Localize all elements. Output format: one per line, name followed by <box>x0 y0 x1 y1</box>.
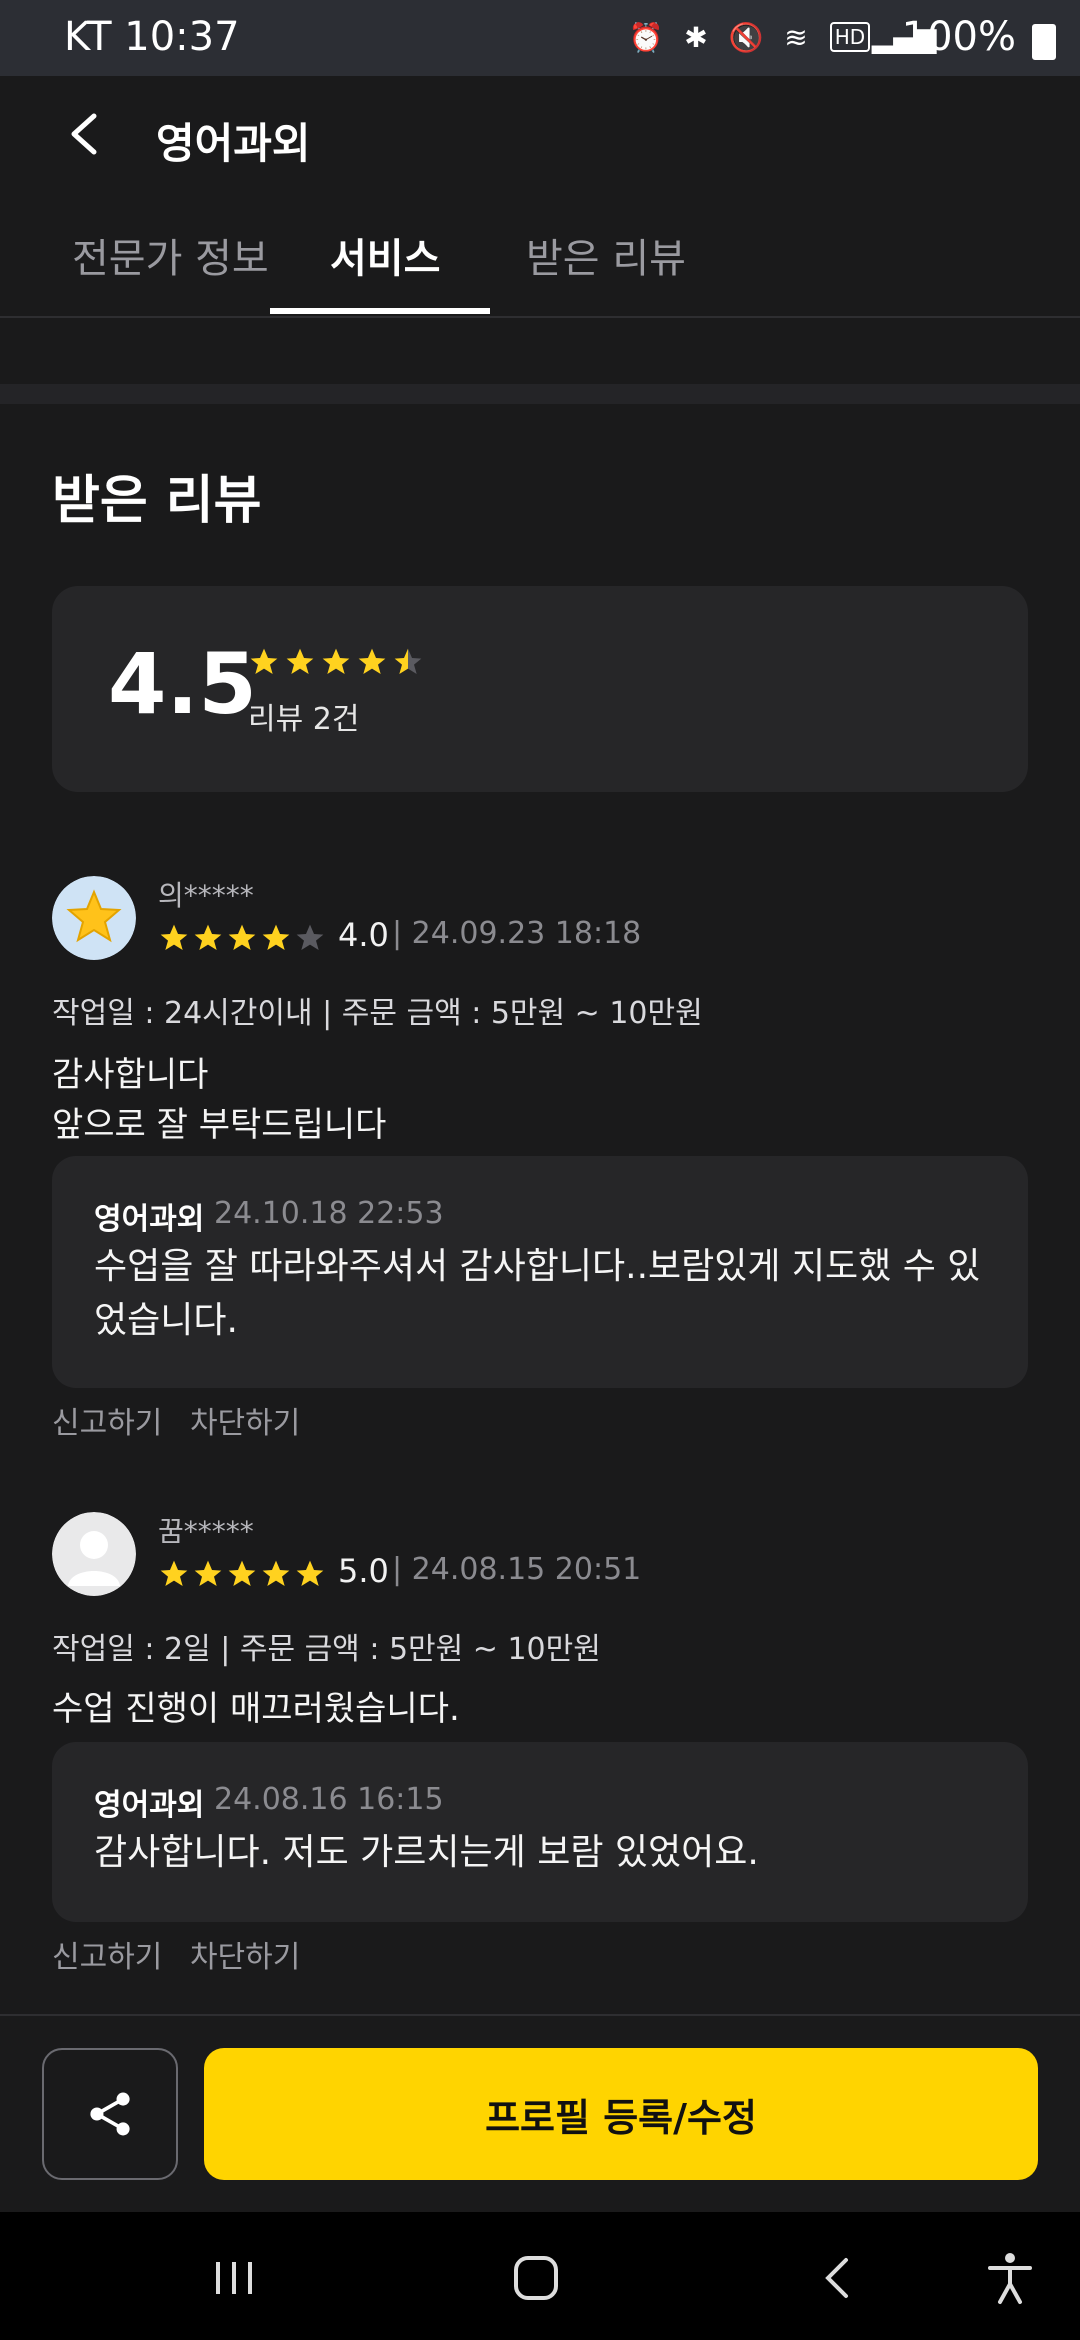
review-date: | 24.08.15 20:51 <box>392 1552 642 1587</box>
star-icon <box>192 1558 224 1590</box>
hd-icon: HD <box>830 22 870 52</box>
avatar <box>52 876 136 960</box>
report-link[interactable]: 신고하기 <box>52 1940 162 1975</box>
review-score: 4.0 <box>338 916 389 954</box>
review-count: 리뷰 2건 <box>248 702 360 737</box>
star-icon <box>192 922 224 954</box>
reply-card: 영어과외 24.08.16 16:15 감사합니다. 저도 가르치는게 보람 있… <box>52 1742 1028 1922</box>
review-actions: 신고하기 차단하기 <box>52 1932 318 1976</box>
star-icon <box>320 646 352 678</box>
section-title: 받은 리뷰 <box>52 471 262 531</box>
review-meta: 작업일 : 24시간이내 | 주문 금액 : 5만원 ~ 10만원 <box>52 996 703 1031</box>
active-tab-indicator <box>270 308 490 314</box>
review-item: 의***** 4.0 | 24.09.23 18:18 작업일 : 24시간이내… <box>52 876 1028 1441</box>
app-header: 영어과외 <box>0 76 1080 196</box>
review-meta: 작업일 : 2일 | 주문 금액 : 5만원 ~ 10만원 <box>52 1632 601 1667</box>
alarm-icon: ⏰ <box>628 20 664 54</box>
reply-card: 영어과외 24.10.18 22:53 수업을 잘 따라와주셔서 감사합니다..… <box>52 1156 1028 1388</box>
average-rating-stars <box>248 646 424 678</box>
star-icon <box>260 1558 292 1590</box>
tab-bar: 전문가 정보 서비스 받은 리뷰 <box>0 196 1080 318</box>
tab-reviews[interactable]: 받은 리뷰 <box>526 226 686 284</box>
bottom-divider <box>0 2014 1080 2016</box>
carrier-time: KT 10:37 <box>64 14 240 60</box>
star-icon <box>260 922 292 954</box>
report-link[interactable]: 신고하기 <box>52 1406 162 1441</box>
recent-apps-icon[interactable] <box>204 2248 264 2308</box>
star-icon <box>52 876 136 960</box>
tab-expert-info[interactable]: 전문가 정보 <box>72 226 269 284</box>
star-icon <box>226 1558 258 1590</box>
wifi-icon: ≋ <box>784 20 808 54</box>
avatar <box>52 1512 136 1596</box>
edit-profile-button[interactable]: 프로필 등록/수정 <box>204 2048 1038 2180</box>
battery-icon <box>1032 24 1056 60</box>
star-icon <box>294 1558 326 1590</box>
reply-text: 감사합니다. 저도 가르치는게 보람 있었어요. <box>94 1832 759 1873</box>
review-rating-stars <box>158 922 326 954</box>
review-rating-stars <box>158 1558 326 1590</box>
share-button[interactable] <box>42 2048 178 2180</box>
star-icon <box>284 646 316 678</box>
home-icon[interactable] <box>506 2248 566 2308</box>
block-link[interactable]: 차단하기 <box>190 1406 300 1441</box>
tab-service[interactable]: 서비스 <box>330 226 440 284</box>
review-score: 5.0 <box>338 1552 389 1590</box>
star-icon <box>158 1558 190 1590</box>
system-nav-bar <box>0 2212 1080 2340</box>
rating-summary-card: 4.5 리뷰 2건 <box>52 586 1028 792</box>
bluetooth-icon: ✱ <box>684 20 708 54</box>
average-rating: 4.5 <box>108 635 257 733</box>
review-text: 수업 진행이 매끄러웠습니다. <box>52 1689 460 1729</box>
reply-text: 수업을 잘 따라와주셔서 감사합니다..보람있게 지도했 수 있었습니다. <box>94 1246 981 1341</box>
status-bar: KT 10:37 ⏰ ✱ 🔇 ≋ HD ▂▄▆ 100% <box>0 0 1080 76</box>
status-icons: ⏰ ✱ 🔇 ≋ HD ▂▄▆ <box>628 20 937 54</box>
review-actions: 신고하기 차단하기 <box>52 1398 318 1442</box>
reply-date: 24.10.18 22:53 <box>214 1196 444 1231</box>
back-button[interactable] <box>56 104 116 164</box>
star-icon <box>392 646 424 678</box>
review-item: 꿈***** 5.0 | 24.08.15 20:51 작업일 : 2일 | 주… <box>52 1512 1028 1975</box>
battery-percent: 100% <box>901 14 1016 60</box>
share-icon <box>90 2092 130 2136</box>
block-link[interactable]: 차단하기 <box>190 1940 300 1975</box>
star-icon <box>226 922 258 954</box>
back-nav-icon[interactable] <box>808 2248 868 2308</box>
chevron-left-icon <box>71 113 97 155</box>
review-text: 감사합니다 앞으로 잘 부탁드립니다 <box>52 1055 387 1145</box>
default-user-icon <box>52 1512 136 1596</box>
reviewer-name: 꿈***** <box>158 1515 254 1548</box>
star-icon <box>248 646 280 678</box>
reply-date: 24.08.16 16:15 <box>214 1782 444 1817</box>
star-icon <box>294 922 326 954</box>
reply-author: 영어과외 <box>94 1788 205 1823</box>
section-divider <box>0 384 1080 404</box>
star-icon <box>158 922 190 954</box>
reply-author: 영어과외 <box>94 1202 205 1237</box>
reviewer-name: 의***** <box>158 879 254 912</box>
page-title: 영어과외 <box>156 119 311 168</box>
star-icon <box>356 646 388 678</box>
mute-icon: 🔇 <box>728 20 764 54</box>
accessibility-icon[interactable] <box>980 2248 1040 2308</box>
review-date: | 24.09.23 18:18 <box>392 916 642 951</box>
